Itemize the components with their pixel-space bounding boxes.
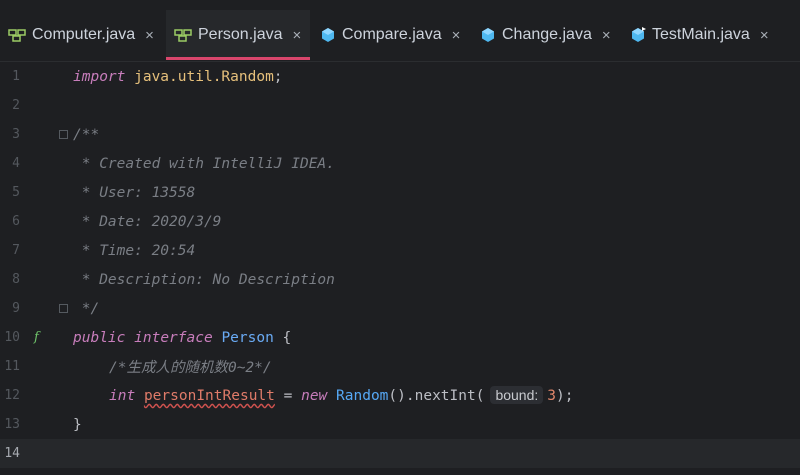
line-number: 9 (12, 301, 20, 316)
code-line: 2 (0, 91, 800, 120)
keyword-int: int (109, 388, 136, 404)
parameter-hint: bound: (490, 386, 544, 404)
line-number: 13 (4, 417, 20, 432)
close-icon[interactable]: × (602, 27, 611, 44)
line-number: 6 (12, 214, 20, 229)
interface-name: Person (221, 329, 274, 346)
code-editor[interactable]: 1 import java.util.Random; 2 3 /** 4 * C… (0, 62, 800, 475)
line-number: 7 (12, 243, 20, 258)
code-line: 13 } (0, 410, 800, 439)
code-line-current[interactable]: 14 (0, 439, 800, 468)
assignment: = (274, 388, 302, 404)
class-icon (320, 27, 336, 43)
code-line: 11 /*生成人的随机数0~2*/ (0, 352, 800, 381)
method-call: ().nextInt( (388, 388, 485, 404)
line-number: 12 (4, 388, 20, 403)
close-icon[interactable]: × (452, 27, 461, 44)
tab-label: Compare.java (342, 26, 442, 43)
code-line: 6 * Date: 2020/3/9 (0, 207, 800, 236)
statement-end: ); (556, 388, 574, 404)
code-line: 9 */ (0, 294, 800, 323)
line-number: 14 (4, 446, 20, 461)
interface-icon (174, 28, 192, 42)
editor-tab-bar: Computer.java × Person.java × Compare.ja… (0, 0, 800, 62)
tab-compare-java[interactable]: Compare.java × (312, 10, 470, 60)
close-brace: } (73, 416, 82, 433)
line-number: 11 (4, 359, 20, 374)
tab-testmain-java[interactable]: TestMain.java × (622, 10, 794, 60)
keyword-public: public (73, 329, 126, 346)
line-number: 5 (12, 185, 20, 200)
code-line: 10 f public interface Person { (0, 323, 800, 352)
code-line: 4 * Created with IntelliJ IDEA. (0, 149, 800, 178)
doc-comment-line: * User: 13558 (73, 184, 196, 201)
code-line: 7 * Time: 20:54 (0, 236, 800, 265)
class-reference: Random (336, 388, 389, 404)
line-number: 3 (12, 127, 20, 142)
keyword-new: new (301, 388, 328, 404)
tab-computer-java[interactable]: Computer.java × (0, 10, 164, 60)
doc-comment-line: * Created with IntelliJ IDEA. (73, 155, 335, 172)
tab-label: Change.java (502, 26, 592, 43)
tab-label: TestMain.java (652, 26, 750, 43)
main-class-icon (630, 27, 646, 43)
open-brace: { (273, 329, 292, 346)
doc-comment-line: * Time: 20:54 (73, 242, 196, 259)
line-number: 1 (12, 69, 20, 84)
close-icon[interactable]: × (145, 27, 154, 44)
tab-change-java[interactable]: Change.java × (472, 10, 622, 60)
keyword-import: import (73, 68, 126, 85)
active-tab-indicator (166, 57, 310, 60)
code-line: 12 int personIntResult = new Random().ne… (0, 381, 800, 410)
fold-marker-icon[interactable] (59, 304, 68, 313)
tab-label: Computer.java (32, 26, 136, 43)
tab-person-java[interactable]: Person.java × (166, 10, 310, 60)
interface-icon (8, 28, 26, 42)
class-icon (480, 27, 496, 43)
variable-name: personIntResult (143, 388, 275, 404)
function-gutter-icon[interactable]: f (34, 330, 39, 345)
doc-comment-line: * Date: 2020/3/9 (73, 213, 222, 230)
number-literal: 3 (547, 388, 557, 404)
line-number: 8 (12, 272, 20, 287)
line-number: 4 (12, 156, 20, 171)
line-number: 10 (4, 330, 20, 345)
code-line: 3 /** (0, 120, 800, 149)
inline-comment: /*生成人的随机数0~2*/ (109, 360, 272, 376)
import-path: java.util.Random (125, 68, 274, 85)
fold-marker-icon[interactable] (59, 130, 68, 139)
close-icon[interactable]: × (293, 27, 302, 44)
keyword-interface: interface (134, 329, 213, 346)
line-number: 2 (12, 98, 20, 113)
code-line: 5 * User: 13558 (0, 178, 800, 207)
tab-label: Person.java (198, 26, 283, 43)
code-line: 8 * Description: No Description (0, 265, 800, 294)
close-icon[interactable]: × (760, 27, 769, 44)
doc-comment-end: */ (73, 300, 100, 317)
semicolon: ; (273, 68, 283, 85)
doc-comment-line: * Description: No Description (73, 271, 335, 288)
doc-comment-start: /** (73, 126, 100, 143)
code-line: 1 import java.util.Random; (0, 62, 800, 91)
